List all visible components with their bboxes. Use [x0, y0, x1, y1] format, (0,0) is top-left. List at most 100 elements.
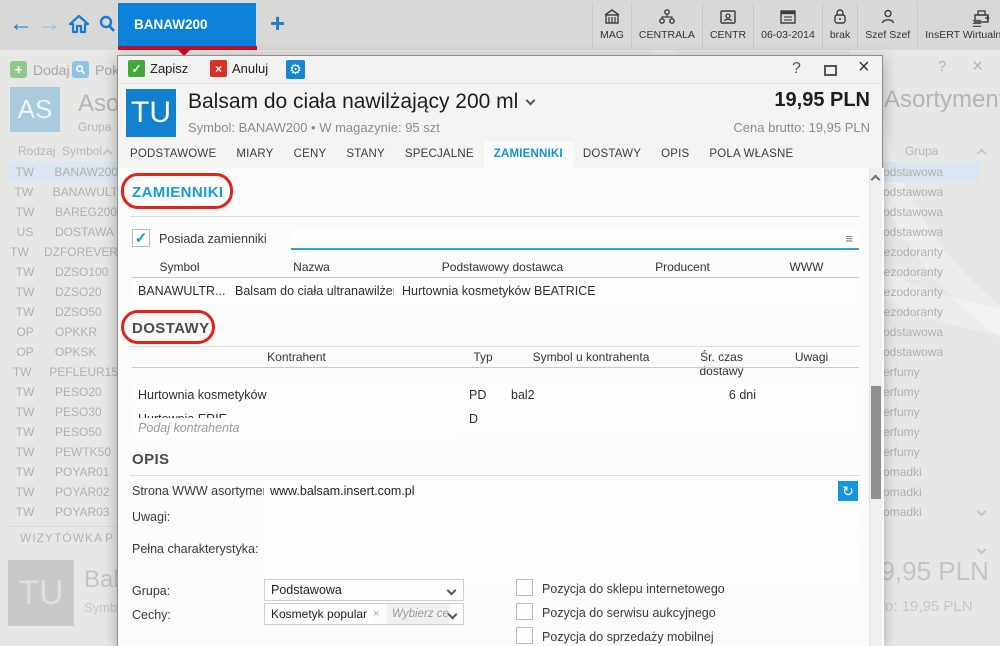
zamienniki-search-input[interactable]: ≡	[291, 228, 859, 250]
list-item[interactable]: TW POYAR01	[8, 462, 118, 482]
collapse-panel-icon[interactable]	[977, 545, 987, 555]
item-group[interactable]: Podstawowa	[875, 342, 995, 362]
list-item[interactable]: TW DZSO100	[8, 262, 118, 282]
show-button-background[interactable]: Pok	[95, 62, 119, 78]
item-group[interactable]: Perfumy	[875, 422, 995, 442]
dialog-tab[interactable]: POLA WŁASNE	[699, 142, 803, 168]
item-group[interactable]: Perfumy	[875, 442, 995, 462]
item-group[interactable]: Podstawowa	[875, 182, 995, 202]
item-group[interactable]: Podstawowa	[875, 162, 995, 182]
search-button[interactable]	[94, 10, 120, 38]
status-warehouse[interactable]: MAG	[592, 2, 632, 48]
column-header[interactable]: Symbol	[132, 260, 227, 277]
cancel-button[interactable]: × Anuluj	[210, 60, 268, 77]
charakterystyka-textarea[interactable]	[264, 538, 859, 584]
list-item[interactable]: TW DZSO20	[8, 282, 118, 302]
list-item[interactable]: OP OPKKR	[8, 322, 118, 342]
list-item[interactable]: TW POYAR03	[8, 502, 118, 522]
dialog-tab[interactable]: PODSTAWOWE	[120, 142, 226, 168]
close-button[interactable]: ×	[858, 57, 870, 77]
list-item[interactable]: US DOSTAWA	[8, 222, 118, 242]
status-date[interactable]: 06-03-2014	[754, 2, 823, 48]
list-item[interactable]: TW PEWTK50	[8, 442, 118, 462]
new-tab-button[interactable]: +	[270, 8, 285, 39]
serwis-aukcyjny-checkbox[interactable]	[516, 603, 533, 620]
list-item[interactable]: TW PEFLEUR15	[8, 362, 118, 382]
status-centr[interactable]: CENTR	[703, 2, 754, 48]
list-item[interactable]: OP OPKSK	[8, 342, 118, 362]
item-group[interactable]: Perfumy	[875, 362, 995, 382]
scroll-up-icon[interactable]	[977, 149, 987, 159]
sklep-internetowy-checkbox[interactable]	[516, 579, 533, 596]
dostawy-table-row[interactable]: Hurtownia kosmetyków PD bal2 6 dni	[132, 384, 859, 408]
status-lock[interactable]: brak	[823, 2, 858, 48]
dialog-tab[interactable]: DOSTAWY	[573, 142, 651, 168]
dialog-tab[interactable]: ZAMIENNIKI	[484, 142, 573, 168]
dialog-tab[interactable]: OPIS	[651, 142, 699, 168]
item-group[interactable]: Dezodoranty	[875, 262, 995, 282]
column-header[interactable]: Podstawowy dostawca	[396, 260, 609, 277]
list-item[interactable]: TW PESO50	[8, 422, 118, 442]
list-item[interactable]: TW BANAWULT	[8, 182, 118, 202]
maximize-button[interactable]	[824, 65, 837, 76]
www-input[interactable]: www.balsam.insert.com.pl ↻	[264, 480, 859, 502]
remove-tag-icon[interactable]: ×	[373, 604, 387, 624]
dialog-scrollbar-thumb[interactable]	[871, 386, 881, 499]
column-header[interactable]: Symbol u kontrahenta	[505, 350, 677, 381]
column-header-symbol[interactable]: Symbol	[62, 144, 102, 158]
dialog-tab[interactable]: SPECJALNE	[395, 142, 484, 168]
tab-wizytowka-background[interactable]: WIZYTÓWKA	[20, 531, 103, 545]
settings-button[interactable]: ⚙	[286, 60, 305, 79]
item-group[interactable]: Pomadki	[875, 462, 995, 482]
item-group[interactable]: Pomadki	[875, 482, 995, 502]
column-header[interactable]: Producent	[611, 260, 754, 277]
list-item[interactable]: TW PESO30	[8, 402, 118, 422]
add-button-background[interactable]: Dodaj	[33, 62, 70, 78]
add-kontrahent-input[interactable]: Podaj kontrahenta	[132, 418, 461, 438]
sprzedaz-mobilna-checkbox[interactable]	[516, 627, 533, 644]
dialog-tab[interactable]: MIARY	[226, 142, 283, 168]
back-button[interactable]: ←	[8, 10, 34, 38]
item-group[interactable]: Perfumy	[875, 402, 995, 422]
forward-button[interactable]: →	[36, 10, 62, 38]
list-item[interactable]: TW POYAR02	[8, 482, 118, 502]
open-tab-banaw200[interactable]: BANAW200	[118, 3, 256, 46]
status-printer[interactable]: InsERT Wirtualna druk...	[918, 2, 1000, 48]
column-header[interactable]: Śr. czas dostawy	[679, 350, 764, 381]
dialog-tab[interactable]: STANY	[336, 142, 395, 168]
tab-partial-background[interactable]: P	[105, 531, 113, 545]
zamienniki-table-row[interactable]: BANAWULTR... Balsam do ciała ultranawilż…	[132, 280, 859, 304]
list-item[interactable]: TW PESO20	[8, 382, 118, 402]
column-header[interactable]: Typ	[463, 350, 503, 381]
chevron-down-icon[interactable]	[526, 95, 536, 105]
status-branch[interactable]: CENTRALA	[632, 2, 703, 48]
column-header[interactable]: Kontrahent	[132, 350, 461, 381]
item-group[interactable]: Dezodoranty	[875, 242, 995, 262]
item-group[interactable]: Podstawowa	[875, 222, 995, 242]
item-group[interactable]: Dezodoranty	[875, 282, 995, 302]
item-group[interactable]: Podstawowa	[875, 322, 995, 342]
save-button[interactable]: ✓ Zapisz	[128, 60, 188, 77]
list-item[interactable]: TW DZFOREVER	[8, 242, 118, 262]
open-url-button[interactable]: ↻	[838, 481, 858, 501]
column-header[interactable]: WWW	[756, 260, 857, 277]
grupa-select[interactable]: Podstawowa	[264, 579, 464, 601]
column-header-rodzaj[interactable]: Rodzaj	[18, 144, 55, 158]
overflow-menu-icon[interactable]: ≡	[972, 14, 982, 34]
item-group[interactable]: Podstawowa	[875, 202, 995, 222]
uwagi-textarea[interactable]	[264, 506, 859, 534]
list-item[interactable]: TW DZSO50	[8, 302, 118, 322]
column-header[interactable]: Nazwa	[229, 260, 394, 277]
help-button[interactable]: ?	[792, 59, 801, 79]
home-button[interactable]	[66, 10, 92, 38]
item-group[interactable]: Dezodoranty	[875, 302, 995, 322]
list-item[interactable]: TW BAREG200	[8, 202, 118, 222]
status-user[interactable]: Szef Szef	[858, 2, 918, 48]
cechy-select[interactable]: Kosmetyk popular × Wybierz cechę	[264, 603, 464, 625]
column-header-grupa[interactable]: Grupa	[905, 144, 938, 158]
dialog-tab[interactable]: CENY	[284, 142, 337, 168]
list-item[interactable]: TW BANAW200	[8, 162, 118, 182]
posiada-zamienniki-checkbox[interactable]: ✓	[132, 229, 150, 247]
column-header[interactable]: Uwagi	[766, 350, 857, 381]
item-group[interactable]: Perfumy	[875, 382, 995, 402]
